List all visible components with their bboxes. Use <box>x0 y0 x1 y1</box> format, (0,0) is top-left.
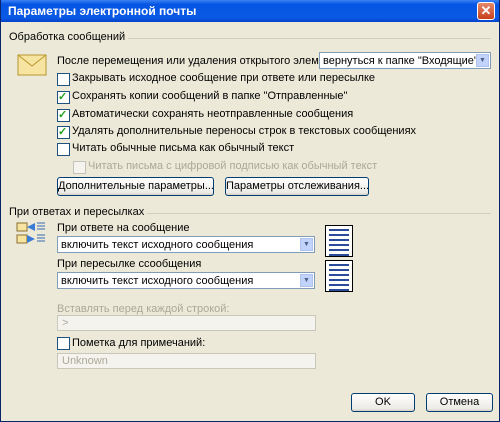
chevron-down-icon[interactable]: ▼ <box>300 238 313 251</box>
title-bar[interactable]: Параметры электронной почты ✕ <box>1 0 499 22</box>
after-move-dropdown[interactable]: вернуться к папке "Входящие" ▼ <box>319 52 491 69</box>
read-signed-plain-text-label: Читать письма с цифровой подписью как об… <box>88 160 378 172</box>
save-sent-copies-label: Сохранять копии сообщений в папке "Отпра… <box>72 90 348 102</box>
forward-dropdown[interactable]: включить текст исходного сообщения ▼ <box>57 272 315 289</box>
prefix-value: > <box>62 317 69 329</box>
prefix-input[interactable]: > <box>57 315 316 331</box>
reply-dropdown[interactable]: включить текст исходного сообщения ▼ <box>57 236 315 253</box>
reply-preview-icon <box>325 225 353 257</box>
chevron-down-icon[interactable]: ▼ <box>300 274 313 287</box>
after-move-label: После перемещения или удаления открытого… <box>57 55 346 67</box>
checkbox-read-signed-plain-text[interactable] <box>73 161 86 174</box>
checkbox-remove-line-breaks[interactable] <box>57 125 70 139</box>
checkbox-close-original[interactable] <box>57 73 70 86</box>
forward-label: При пересылке ссообщения <box>57 258 202 270</box>
close-button[interactable]: ✕ <box>477 2 495 20</box>
prefix-label: Вставлять перед каждой строкой: <box>57 303 230 315</box>
reply-value: включить текст исходного сообщения <box>61 239 254 251</box>
checkbox-autosave-unsent[interactable] <box>57 108 70 122</box>
remove-line-breaks-label: Удалять дополнительные переносы строк в … <box>72 125 417 137</box>
checkbox-read-plain-text[interactable] <box>57 143 70 156</box>
tracking-options-button[interactable]: Параметры отслеживания... <box>225 177 369 196</box>
cancel-button[interactable]: Отмена <box>426 393 493 412</box>
checkbox-save-sent-copies[interactable] <box>57 90 70 104</box>
autosave-unsent-label: Автоматически сохранять неотправленные с… <box>72 108 354 120</box>
advanced-options-button[interactable]: Дополнительные параметры... <box>57 177 214 196</box>
reply-label: При ответе на сообщение <box>57 222 190 234</box>
reply-forward-icon <box>16 222 45 244</box>
processing-group-title: Обработка сообщений <box>9 31 129 43</box>
dialog-title: Параметры электронной почты <box>8 4 197 18</box>
checkbox-mark-comments[interactable] <box>57 337 70 350</box>
chevron-down-icon[interactable]: ▼ <box>476 54 489 67</box>
forward-preview-icon <box>325 260 353 292</box>
mark-comments-label: Пометка для примечаний: <box>72 337 206 349</box>
ok-button[interactable]: OK <box>351 393 415 412</box>
envelope-icon <box>17 54 47 76</box>
after-move-value: вернуться к папке "Входящие" <box>323 55 478 67</box>
close-original-label: Закрывать исходное сообщение при ответе … <box>72 72 375 84</box>
mark-comments-input[interactable]: Unknown <box>57 353 316 369</box>
forward-value: включить текст исходного сообщения <box>61 275 254 287</box>
email-options-dialog: Параметры электронной почты ✕ Обработка … <box>0 0 500 422</box>
mark-comments-value: Unknown <box>62 355 108 367</box>
read-plain-text-label: Читать обычные письма как обычный текст <box>72 142 295 154</box>
replies-group-title: При ответах и пересылках <box>9 206 148 218</box>
